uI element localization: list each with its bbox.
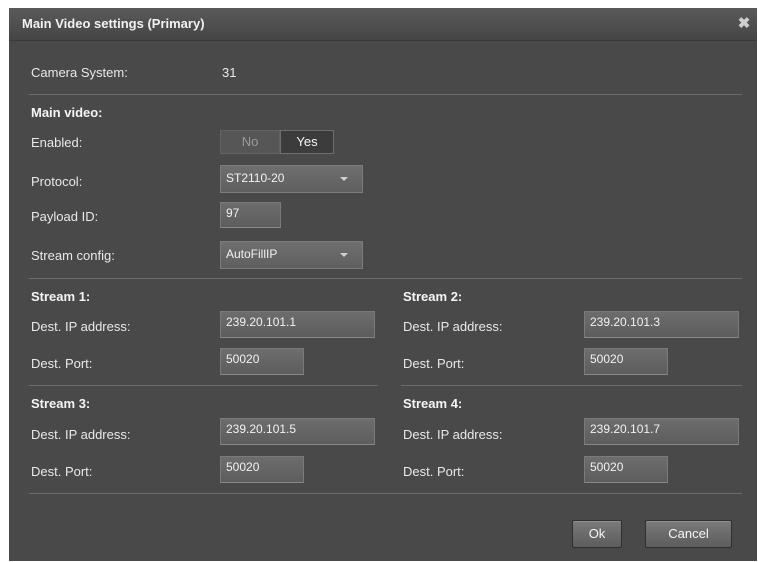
stream-2-ip-label: Dest. IP address:: [403, 319, 503, 334]
stream-1-ip-label: Dest. IP address:: [31, 319, 131, 334]
stream-4-port-label: Dest. Port:: [403, 464, 465, 479]
stream-3-ip-input[interactable]: 239.20.101.5: [220, 418, 375, 445]
payload-id-label: Payload ID:: [31, 209, 99, 224]
payload-id-input[interactable]: 97: [220, 202, 281, 228]
stream-3-heading: Stream 3:: [31, 396, 91, 411]
stream-1-port-label: Dest. Port:: [31, 356, 93, 371]
stream-1-heading: Stream 1:: [31, 289, 91, 304]
stream-4-heading: Stream 4:: [403, 396, 463, 411]
divider: [29, 493, 742, 494]
chevron-down-icon: [340, 253, 348, 257]
enabled-no-toggle[interactable]: No: [220, 130, 280, 154]
dialog-title: Main Video settings (Primary): [22, 16, 205, 31]
protocol-select[interactable]: ST2110-20: [220, 165, 363, 193]
stream-2-port-input[interactable]: 50020: [584, 348, 668, 375]
camera-system-value: 31: [222, 65, 237, 80]
stream-3-ip-label: Dest. IP address:: [31, 427, 131, 442]
stream-2-heading: Stream 2:: [403, 289, 463, 304]
divider: [401, 385, 742, 386]
ok-button[interactable]: Ok: [572, 520, 622, 548]
enabled-label: Enabled:: [31, 135, 83, 150]
stream-config-label: Stream config:: [31, 248, 115, 263]
divider: [29, 385, 378, 386]
chevron-down-icon: [340, 177, 348, 181]
close-icon[interactable]: ✖: [735, 15, 753, 33]
enabled-yes-toggle[interactable]: Yes: [280, 130, 334, 154]
stream-4-ip-input[interactable]: 239.20.101.7: [584, 418, 739, 445]
stream-1-port-input[interactable]: 50020: [220, 348, 304, 375]
divider: [29, 94, 742, 95]
stream-3-port-label: Dest. Port:: [31, 464, 93, 479]
protocol-value: ST2110-20: [226, 171, 285, 185]
stream-2-port-label: Dest. Port:: [403, 356, 465, 371]
settings-dialog: Main Video settings (Primary) ✖ Camera S…: [9, 8, 757, 561]
stream-config-select[interactable]: AutoFillIP: [220, 241, 363, 269]
title-bar[interactable]: Main Video settings (Primary) ✖: [9, 8, 757, 41]
protocol-label: Protocol:: [31, 174, 83, 189]
stream-1-ip-input[interactable]: 239.20.101.1: [220, 311, 375, 338]
cancel-button[interactable]: Cancel: [645, 520, 732, 548]
stream-4-port-input[interactable]: 50020: [584, 456, 668, 483]
divider: [29, 278, 742, 279]
stream-4-ip-label: Dest. IP address:: [403, 427, 503, 442]
camera-system-label: Camera System:: [31, 65, 128, 80]
main-video-heading: Main video:: [31, 105, 103, 120]
stream-2-ip-input[interactable]: 239.20.101.3: [584, 311, 739, 338]
stream-config-value: AutoFillIP: [226, 247, 278, 261]
stream-3-port-input[interactable]: 50020: [220, 456, 304, 483]
